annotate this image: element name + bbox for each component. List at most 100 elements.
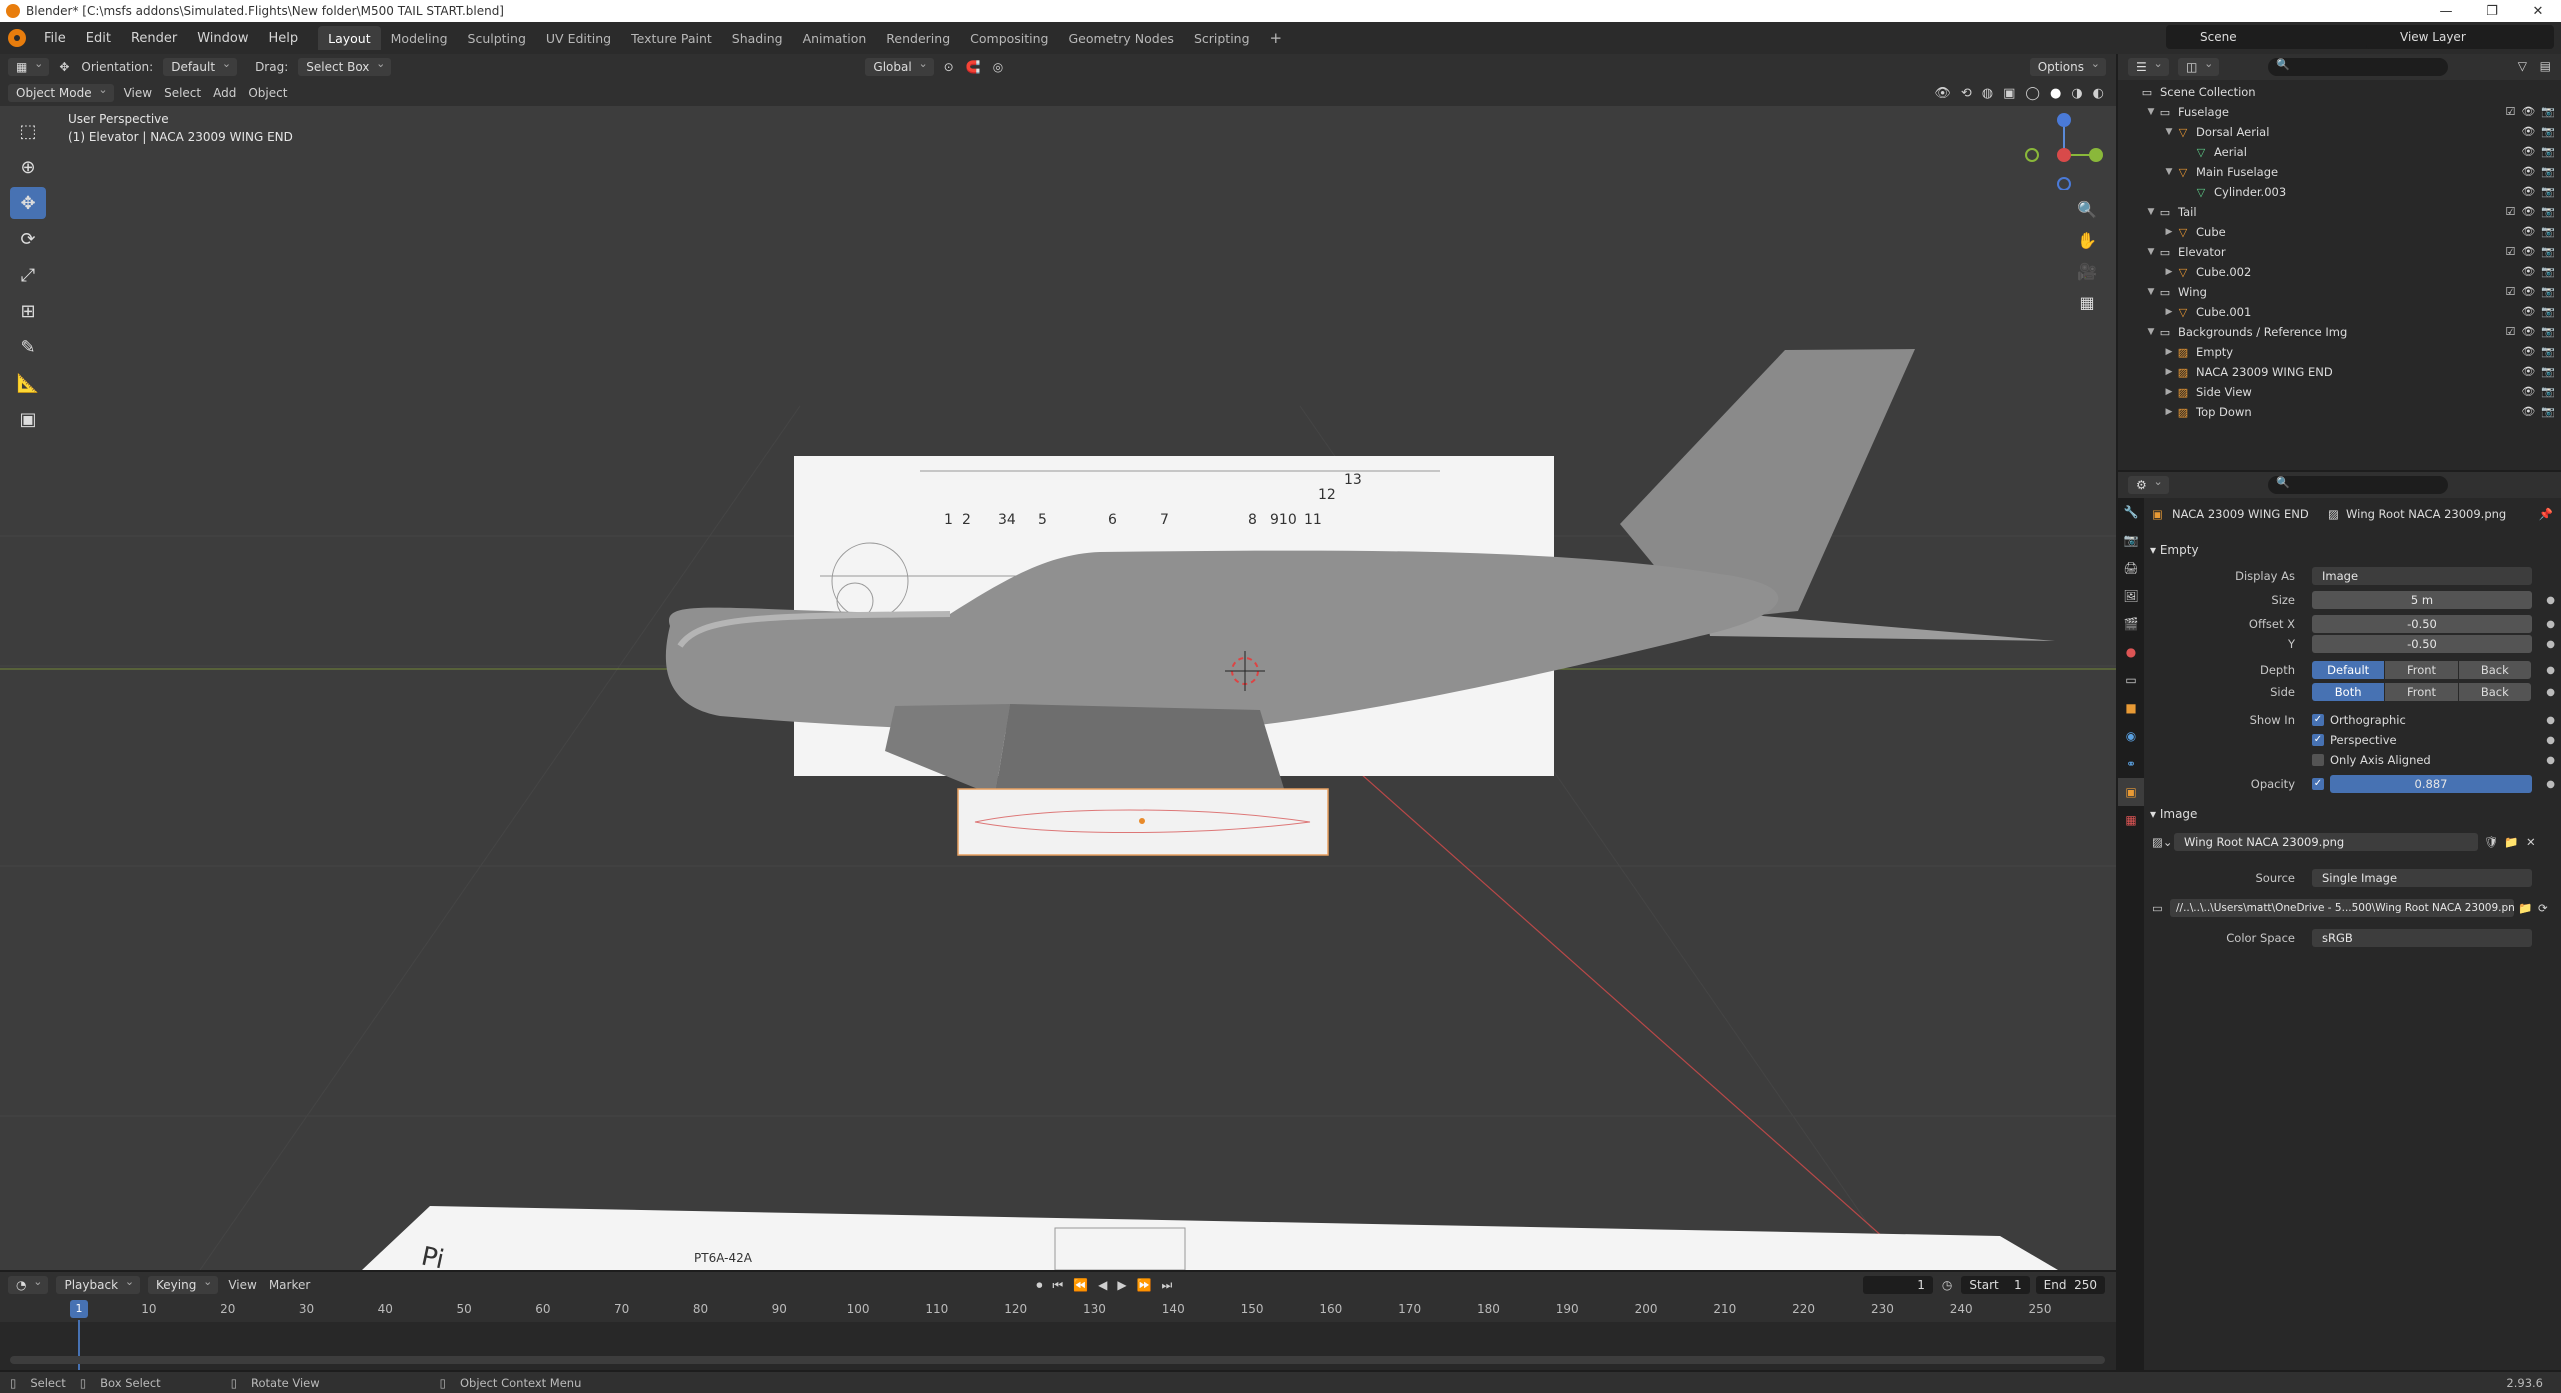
menu-window[interactable]: Window xyxy=(187,31,258,46)
playhead[interactable]: 1 xyxy=(70,1300,88,1318)
unlink-image-icon[interactable]: ✕ xyxy=(2526,835,2536,849)
pan-hand-icon[interactable]: ✋ xyxy=(2072,226,2102,254)
eye-icon[interactable]: 👁 xyxy=(2521,385,2535,398)
eye-icon[interactable]: 👁 xyxy=(2521,145,2535,158)
editor-type-dropdown[interactable]: ▦ xyxy=(8,57,50,76)
render-camera-icon[interactable]: 📷 xyxy=(2541,345,2555,358)
rendered-shading-icon[interactable]: ◐ xyxy=(2093,86,2104,101)
transform-tool-icon[interactable]: ⊞ xyxy=(10,295,46,327)
object-data-tab-icon[interactable]: ▣ xyxy=(2118,778,2144,806)
object-tab-icon[interactable]: ■ xyxy=(2118,694,2144,722)
close-button[interactable]: ✕ xyxy=(2515,0,2561,22)
outliner-item[interactable]: ▼ ▭ Backgrounds / Reference Img ☑ 👁 📷 xyxy=(2118,322,2561,342)
tab-uv-editing[interactable]: UV Editing xyxy=(536,26,621,50)
xray-toggle-icon[interactable]: ▣ xyxy=(2003,86,2015,101)
size-field[interactable]: 5 m xyxy=(2312,591,2532,609)
current-frame-field[interactable]: 1 xyxy=(1862,1276,1933,1294)
expand-toggle-icon[interactable]: ▶ xyxy=(2162,267,2176,277)
reload-image-icon[interactable]: ⟳ xyxy=(2538,901,2548,915)
outliner-item[interactable]: ▶ ▨ Top Down 👁 📷 xyxy=(2118,402,2561,422)
expand-toggle-icon[interactable]: ▶ xyxy=(2162,347,2176,357)
menu-object[interactable]: Object xyxy=(248,86,287,100)
properties-editor-type[interactable]: ⚙ xyxy=(2128,475,2169,494)
start-frame-field[interactable]: Start 1 xyxy=(1961,1276,2030,1294)
keyframe-dot-icon[interactable]: ● xyxy=(2546,755,2555,766)
expand-toggle-icon[interactable]: ▼ xyxy=(2162,167,2176,177)
visibility-icon[interactable]: 👁 xyxy=(1934,86,1951,101)
outliner-item[interactable]: ▼ ▭ Wing ☑ 👁 📷 xyxy=(2118,282,2561,302)
tab-modeling[interactable]: Modeling xyxy=(381,26,458,50)
eye-icon[interactable]: 👁 xyxy=(2521,265,2535,278)
outliner-editor-type[interactable]: ☰ xyxy=(2128,57,2169,76)
maximize-button[interactable]: ❐ xyxy=(2469,0,2515,22)
expand-toggle-icon[interactable]: ▼ xyxy=(2144,247,2158,257)
3d-viewport[interactable]: 1 2 34 5 6 7 8 910 11 12 13 Pi PT6A-42A xyxy=(0,106,2116,1270)
opacity-slider[interactable]: 0.887 xyxy=(2330,775,2532,793)
view-layer-tab-icon[interactable]: 🖼 xyxy=(2118,582,2144,610)
collection-tab-icon[interactable]: ▭ xyxy=(2118,666,2144,694)
keyframe-dot-icon[interactable]: ● xyxy=(2546,779,2555,790)
rotate-tool-icon[interactable]: ⟳ xyxy=(10,223,46,255)
exclude-checkbox-icon[interactable]: ☑ xyxy=(2505,285,2515,298)
menu-render[interactable]: Render xyxy=(121,31,187,46)
outliner-item[interactable]: ▼ ▽ Dorsal Aerial 👁 📷 xyxy=(2118,122,2561,142)
add-workspace-button[interactable]: + xyxy=(1260,26,1293,50)
eye-icon[interactable]: 👁 xyxy=(2521,125,2535,138)
keyframe-dot-icon[interactable]: ● xyxy=(2546,715,2555,726)
options-dropdown[interactable]: Options xyxy=(2029,57,2106,76)
eye-icon[interactable]: 👁 xyxy=(2521,305,2535,318)
display-as-dropdown[interactable]: Image xyxy=(2312,567,2532,585)
minimize-button[interactable]: — xyxy=(2423,0,2469,22)
outliner-item[interactable]: ▼ ▭ Elevator ☑ 👁 📷 xyxy=(2118,242,2561,262)
outliner-item[interactable]: ▼ ▭ Tail ☑ 👁 📷 xyxy=(2118,202,2561,222)
move-tool-icon[interactable]: ✥ xyxy=(10,187,46,219)
physics-tab-icon[interactable]: ◉ xyxy=(2118,722,2144,750)
menu-view[interactable]: View xyxy=(124,86,152,100)
outliner-item[interactable]: ▭ Scene Collection xyxy=(2118,82,2561,102)
menu-help[interactable]: Help xyxy=(259,31,309,46)
tab-sculpting[interactable]: Sculpting xyxy=(458,26,536,50)
expand-toggle-icon[interactable]: ▶ xyxy=(2162,227,2176,237)
depth-default-button[interactable]: Default xyxy=(2312,661,2385,679)
eye-icon[interactable]: 👁 xyxy=(2521,365,2535,378)
timeline-scrollbar[interactable] xyxy=(10,1356,2105,1364)
overlay-toggle-icon[interactable]: ◍ xyxy=(1982,86,1993,101)
depth-back-button[interactable]: Back xyxy=(2458,661,2531,679)
image-datablock-field[interactable]: Wing Root NACA 23009.png xyxy=(2174,833,2478,851)
render-camera-icon[interactable]: 📷 xyxy=(2541,325,2555,338)
proportional-edit-icon[interactable]: ◎ xyxy=(993,60,1003,74)
clock-icon[interactable]: ◷ xyxy=(1942,1278,1952,1292)
outliner-item[interactable]: ▶ ▽ Cube.001 👁 📷 xyxy=(2118,302,2561,322)
pivot-icon[interactable]: ⊙ xyxy=(944,60,954,74)
only-axis-aligned-checkbox[interactable]: Only Axis Aligned xyxy=(2312,753,2431,767)
frame-ruler[interactable]: 10 20 30 40 50 60 70 80 90 100 110 120 130 140 150 160 1… xyxy=(0,1298,2116,1322)
render-camera-icon[interactable]: 📷 xyxy=(2541,365,2555,378)
browse-file-icon[interactable]: 📁 xyxy=(2518,901,2532,915)
marker-menu[interactable]: Marker xyxy=(269,1278,310,1292)
outliner-item[interactable]: ▽ Cylinder.003 👁 📷 xyxy=(2118,182,2561,202)
render-camera-icon[interactable]: 📷 xyxy=(2541,105,2555,118)
render-camera-icon[interactable]: 📷 xyxy=(2541,265,2555,278)
view-layer-selector[interactable]: View Layer xyxy=(2366,25,2554,49)
tab-compositing[interactable]: Compositing xyxy=(960,26,1058,50)
select-tool-icon[interactable]: ⬚ xyxy=(10,115,46,147)
new-collection-icon[interactable]: ▤ xyxy=(2540,59,2551,73)
side-back-button[interactable]: Back xyxy=(2458,683,2531,701)
outliner-item[interactable]: ▶ ▽ Cube 👁 📷 xyxy=(2118,222,2561,242)
material-shading-icon[interactable]: ◑ xyxy=(2071,86,2082,101)
timeline-area[interactable]: 10 20 30 40 50 60 70 80 90 100 110 120 130 140 150 160 1… xyxy=(0,1298,2116,1370)
gizmo-x-axis-icon[interactable] xyxy=(2057,148,2071,162)
expand-toggle-icon[interactable]: ▶ xyxy=(2162,407,2176,417)
tool-tab-icon[interactable]: 🔧 xyxy=(2118,498,2144,526)
render-tab-icon[interactable]: 📷 xyxy=(2118,526,2144,554)
render-camera-icon[interactable]: 📷 xyxy=(2541,165,2555,178)
outliner-item[interactable]: ▽ Aerial 👁 📷 xyxy=(2118,142,2561,162)
record-icon[interactable]: ⏺ xyxy=(1036,1278,1042,1293)
offset-y-field[interactable]: -0.50 xyxy=(2312,635,2532,653)
render-camera-icon[interactable]: 📷 xyxy=(2541,245,2555,258)
fake-user-icon[interactable]: 🛡 xyxy=(2484,835,2499,849)
expand-toggle-icon[interactable]: ▼ xyxy=(2144,207,2158,217)
render-camera-icon[interactable]: 📷 xyxy=(2541,225,2555,238)
expand-toggle-icon[interactable]: ▼ xyxy=(2162,127,2176,137)
perspective-checkbox[interactable]: ✓ Perspective xyxy=(2312,733,2397,747)
